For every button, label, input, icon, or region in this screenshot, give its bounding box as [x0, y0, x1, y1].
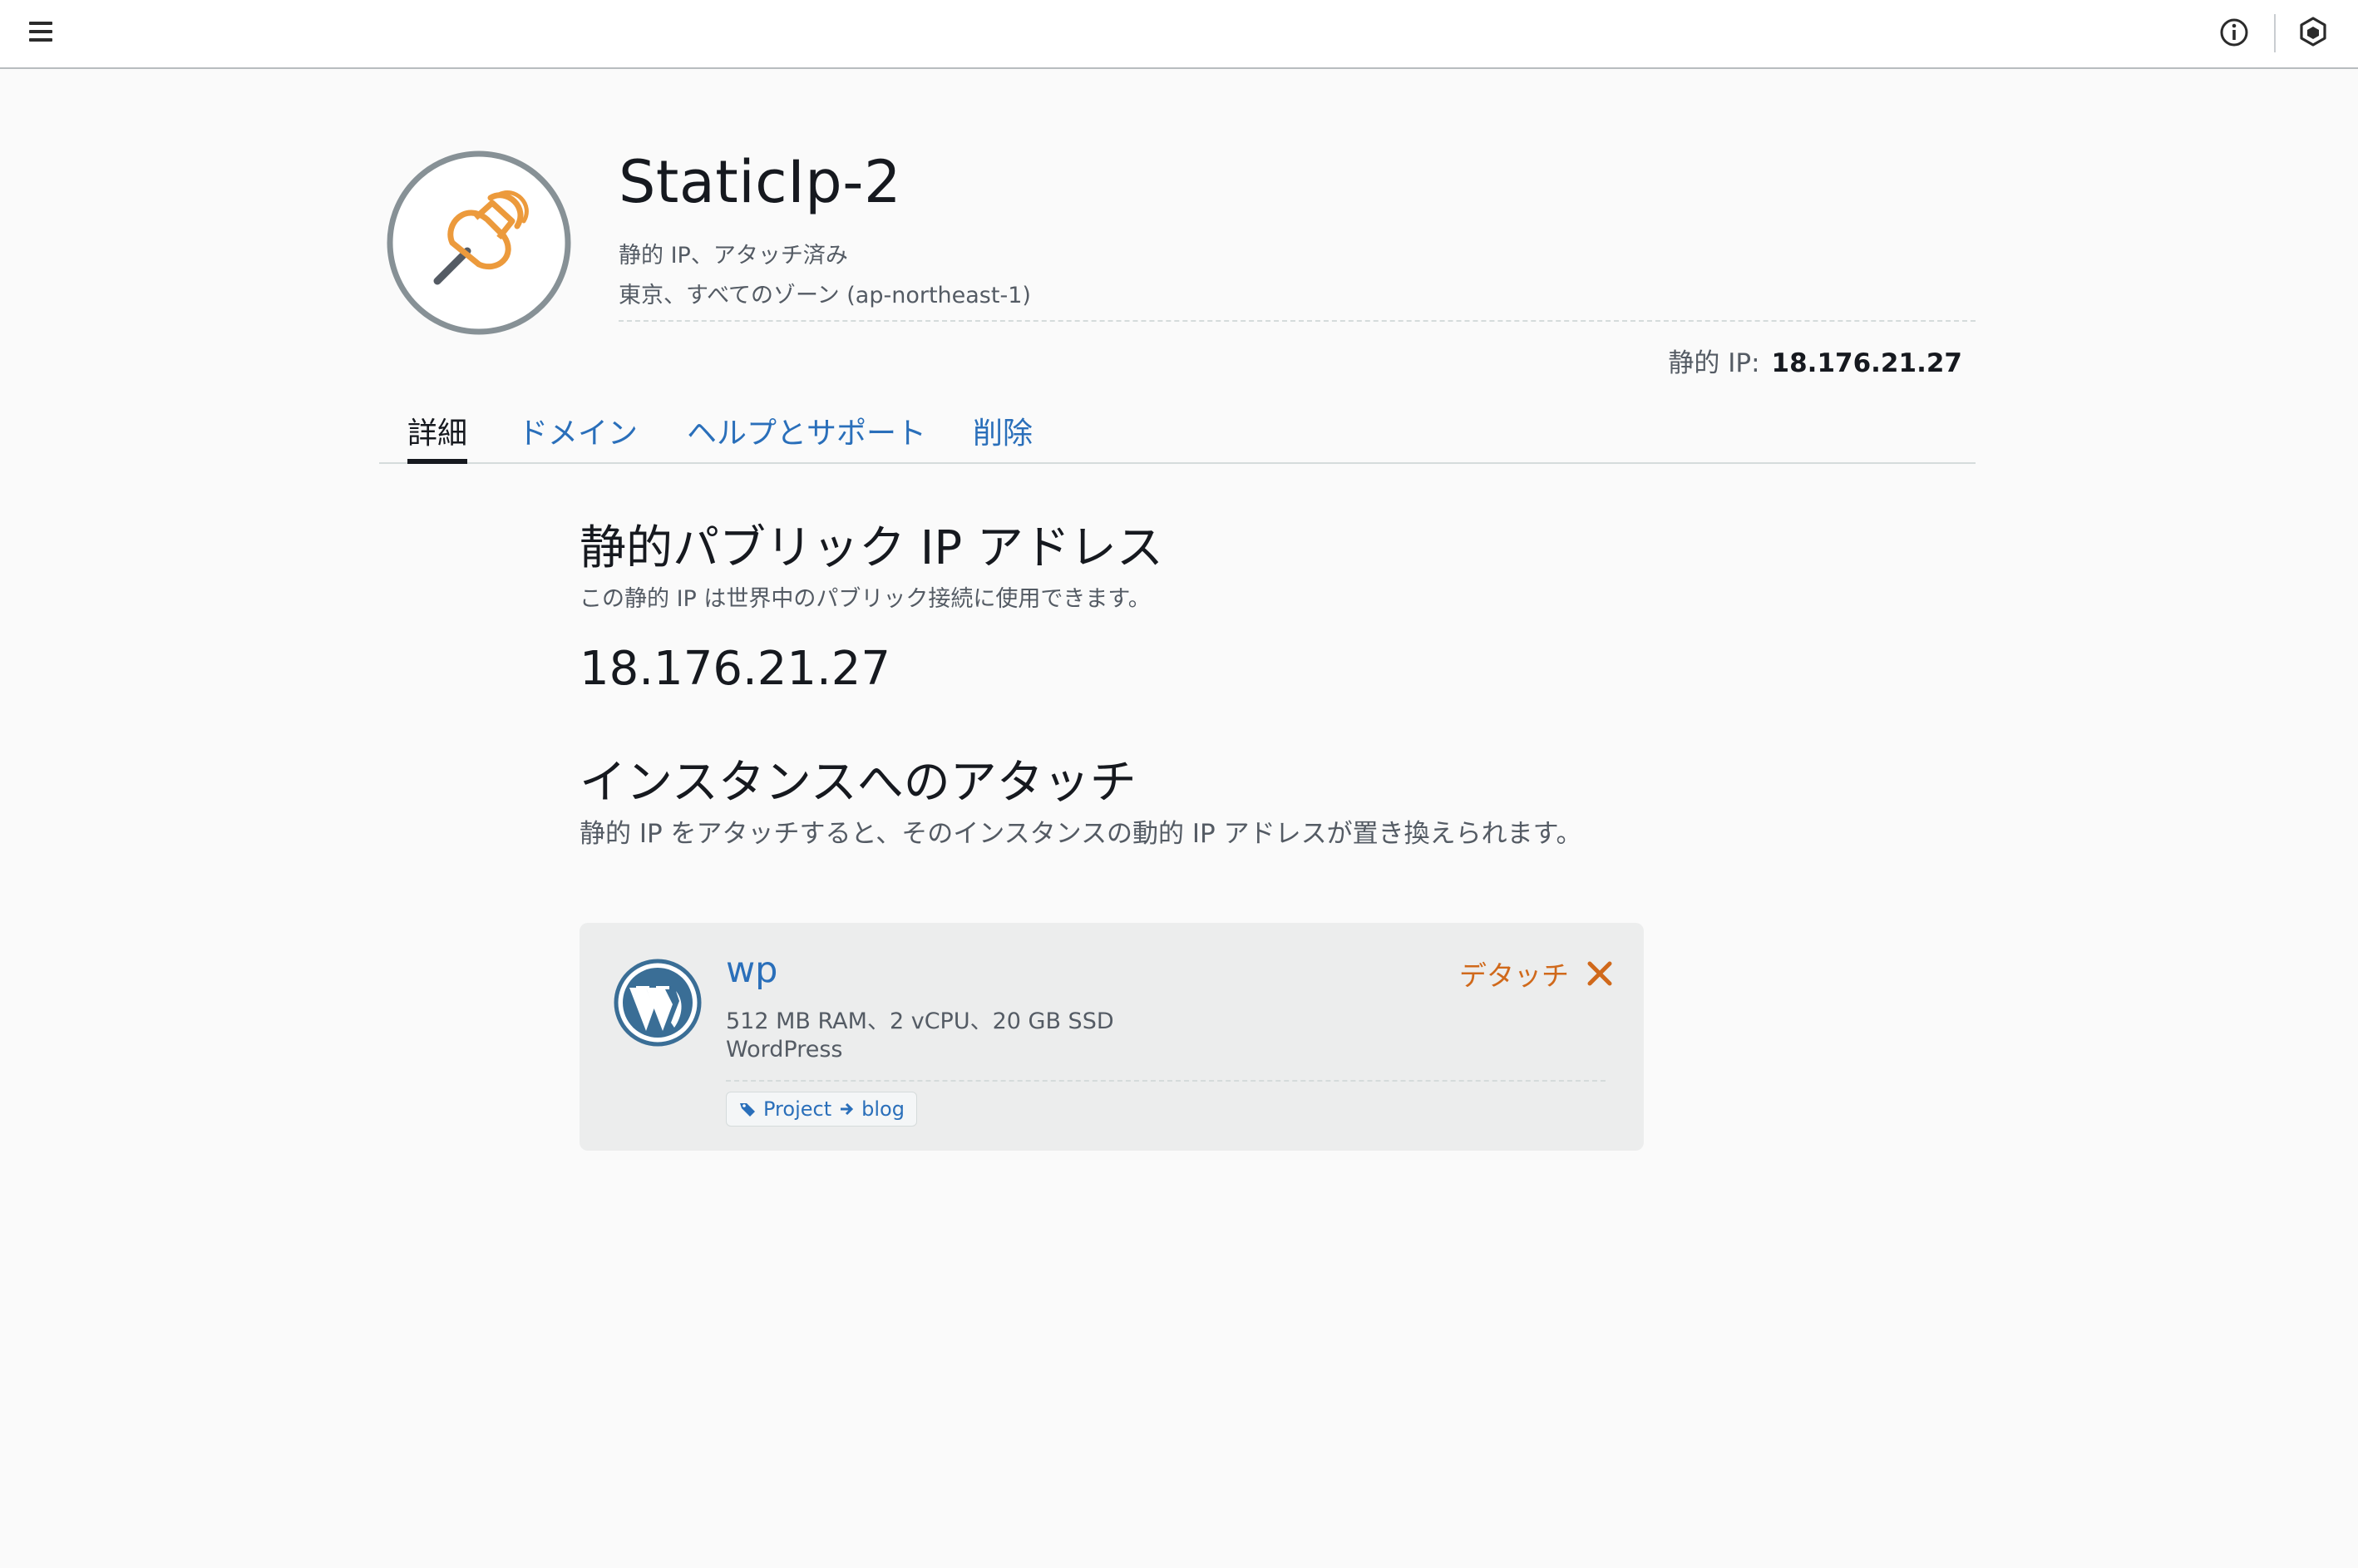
ip-summary: 静的 IP: 18.176.21.27	[1668, 342, 1962, 379]
resource-status: 静的 IP、アタッチ済み	[619, 243, 848, 269]
pushpin-icon	[386, 150, 572, 336]
toolbar-divider	[2274, 14, 2276, 52]
public-ip-value: 18.176.21.27	[580, 642, 891, 696]
close-icon[interactable]	[1586, 959, 1614, 988]
tab-bar: 詳細 ドメイン ヘルプとサポート 削除	[379, 406, 1976, 464]
detach-button[interactable]: デタッチ	[1459, 954, 1569, 994]
hamburger-menu-icon[interactable]	[27, 18, 57, 48]
tag-key: Project	[763, 1097, 832, 1121]
instance-name-link[interactable]: wp	[726, 949, 777, 991]
ip-summary-value: 18.176.21.27	[1771, 348, 1962, 378]
page-title: StaticIp-2	[619, 148, 902, 216]
instance-blueprint: WordPress	[726, 1037, 843, 1063]
top-navigation-bar	[0, 0, 2358, 69]
info-icon[interactable]	[2218, 17, 2250, 48]
public-ip-heading: 静的パブリック IP アドレス	[580, 521, 1163, 575]
tab-delete[interactable]: 削除	[973, 409, 1033, 452]
tab-details[interactable]: 詳細	[407, 409, 468, 464]
tab-domains[interactable]: ドメイン	[518, 409, 638, 452]
header-divider	[619, 320, 1976, 322]
instance-specs: 512 MB RAM、2 vCPU、20 GB SSD	[726, 1008, 1114, 1034]
attach-description: 静的 IP をアタッチすると、そのインスタンスの動的 IP アドレスが置き換えら…	[580, 819, 1582, 849]
attached-instance-card: wp 512 MB RAM、2 vCPU、20 GB SSD WordPress…	[580, 923, 1644, 1151]
public-ip-description: この静的 IP は世界中のパブリック接続に使用できます。	[580, 586, 1151, 612]
card-divider	[726, 1080, 1606, 1082]
wordpress-icon	[613, 958, 703, 1048]
tag-value: blog	[861, 1097, 905, 1121]
ip-summary-label: 静的 IP:	[1668, 348, 1760, 378]
arrow-right-icon	[841, 1102, 854, 1116]
tag-icon	[740, 1103, 755, 1117]
tab-help-support[interactable]: ヘルプとサポート	[687, 409, 926, 452]
resource-location: 東京、すべてのゾーン (ap-northeast-1)	[619, 283, 1031, 308]
cube-icon[interactable]	[2296, 15, 2330, 48]
attach-heading: インスタンスへのアタッチ	[580, 756, 1137, 810]
instance-tag[interactable]: Project blog	[726, 1092, 917, 1127]
